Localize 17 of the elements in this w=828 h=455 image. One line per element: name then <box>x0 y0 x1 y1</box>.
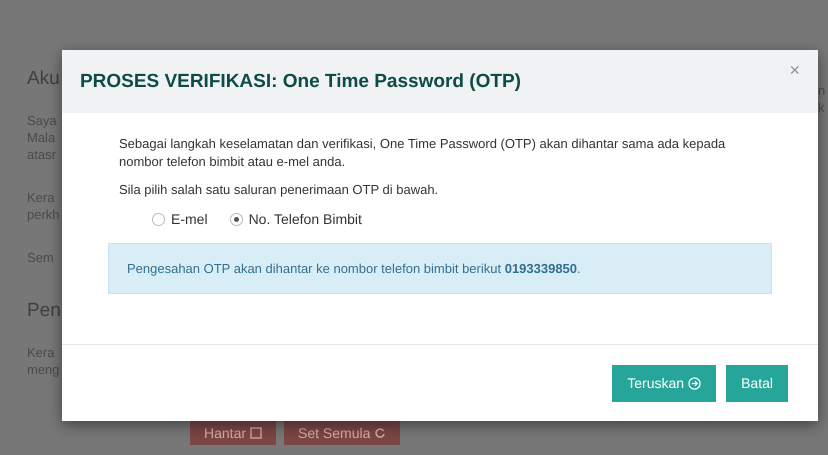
section-heading: Pen <box>27 300 62 322</box>
section-heading: Aku <box>27 68 61 90</box>
submit-button[interactable]: Hantar <box>190 421 276 445</box>
arrow-circle-icon <box>688 376 702 390</box>
dialog-title: PROSES VERIFIKASI: One Time Password (OTP) <box>80 70 521 92</box>
radio-label[interactable]: No. Telefon Bimbit <box>248 211 362 227</box>
cancel-button[interactable]: Batal <box>726 364 788 402</box>
prompt-text: Sila pilih salah satu saluran penerimaan OTP di bawah. <box>119 181 440 199</box>
radio-label[interactable]: E-mel <box>171 211 208 227</box>
continue-button[interactable]: Teruskan <box>612 364 716 402</box>
refresh-icon <box>374 427 386 439</box>
radio-button[interactable] <box>152 212 165 226</box>
radio-button[interactable] <box>230 212 243 226</box>
reset-button[interactable]: Set Semula <box>284 421 400 445</box>
notice-text: Pengesahan OTP akan dihantar ke nombor telefon bimbit berikut 0193339850. <box>127 261 581 276</box>
intro-text: Sebagai langkah keselamatan dan verifikasi, One Time Password (OTP) akan dihantar sama ada kepada nombor telefon bimbit atau e-mel anda. <box>119 135 726 171</box>
close-button[interactable]: × <box>789 60 800 81</box>
